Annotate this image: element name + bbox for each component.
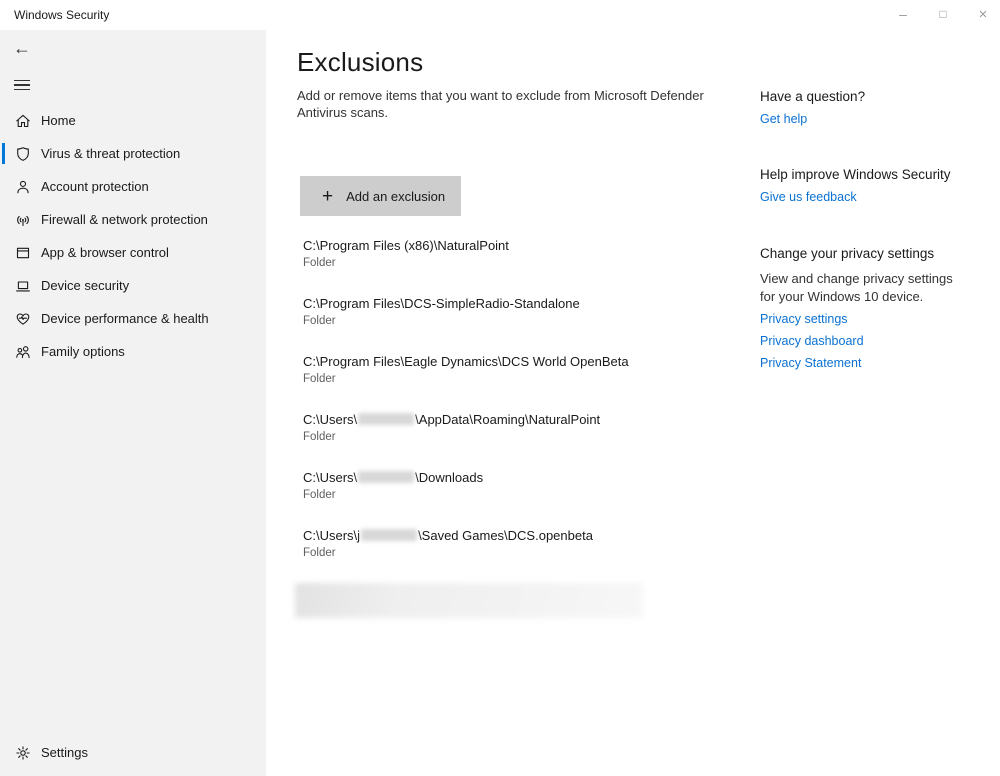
sidebar-item-label: Settings [41, 745, 88, 760]
titlebar: Windows Security – □ × [0, 0, 1000, 30]
redacted-username [358, 471, 414, 483]
exclusion-list: C:\Program Files (x86)\NaturalPoint Fold… [303, 238, 733, 586]
home-icon [15, 113, 31, 129]
sidebar-item-label: Firewall & network protection [41, 212, 208, 227]
minimize-button[interactable]: – [886, 0, 920, 28]
family-icon [15, 344, 31, 360]
sidebar-item-device-security[interactable]: Device security [0, 269, 266, 302]
sidebar-item-settings[interactable]: Settings [0, 736, 266, 769]
sidebar-nav: Home Virus & threat protection Account p… [0, 104, 266, 368]
exclusion-item[interactable]: C:\Program Files\DCS-SimpleRadio-Standal… [303, 296, 733, 354]
exclusion-type: Folder [303, 489, 733, 501]
sidebar-item-label: Virus & threat protection [41, 146, 180, 161]
exclusion-path: C:\Users\\Downloads [303, 470, 733, 486]
close-button[interactable]: × [966, 0, 1000, 28]
network-icon [15, 212, 31, 228]
privacy-dashboard-link[interactable]: Privacy dashboard [760, 334, 864, 348]
privacy-settings-description: View and change privacy settings for you… [760, 270, 965, 306]
exclusion-path: C:\Program Files\Eagle Dynamics\DCS Worl… [303, 354, 733, 370]
page-title: Exclusions [297, 47, 423, 78]
add-exclusion-button[interactable]: + Add an exclusion [300, 176, 461, 216]
exclusion-path: C:\Users\\AppData\Roaming\NaturalPoint [303, 412, 733, 428]
laptop-icon [15, 278, 31, 294]
sidebar-item-account-protection[interactable]: Account protection [0, 170, 266, 203]
sidebar-item-label: Account protection [41, 179, 149, 194]
back-arrow-icon: ← [13, 38, 31, 59]
sidebar-item-device-performance-health[interactable]: Device performance & health [0, 302, 266, 335]
exclusion-type: Folder [303, 547, 733, 559]
menu-button[interactable] [8, 72, 36, 98]
sidebar-item-home[interactable]: Home [0, 104, 266, 137]
have-a-question-heading: Have a question? [760, 89, 865, 104]
exclusion-item[interactable]: C:\Program Files\Eagle Dynamics\DCS Worl… [303, 354, 733, 412]
exclusion-type: Folder [303, 315, 733, 327]
get-help-link[interactable]: Get help [760, 112, 807, 126]
page-description: Add or remove items that you want to exc… [297, 87, 717, 121]
plus-icon: + [322, 187, 333, 206]
add-exclusion-label: Add an exclusion [346, 189, 445, 204]
exclusion-path: C:\Program Files\DCS-SimpleRadio-Standal… [303, 296, 733, 312]
redacted-exclusion-entry [295, 583, 643, 618]
give-feedback-link[interactable]: Give us feedback [760, 190, 857, 204]
person-icon [15, 179, 31, 195]
redacted-username [361, 529, 417, 541]
exclusion-item[interactable]: C:\Program Files (x86)\NaturalPoint Fold… [303, 238, 733, 296]
main-content: Exclusions Add or remove items that you … [266, 30, 760, 776]
gear-icon [15, 745, 31, 761]
exclusion-item[interactable]: C:\Users\\Downloads Folder [303, 470, 733, 528]
sidebar-item-virus-threat-protection[interactable]: Virus & threat protection [0, 137, 266, 170]
sidebar-settings-container: Settings [0, 736, 266, 769]
sidebar-item-label: Device performance & health [41, 311, 209, 326]
exclusion-path: C:\Program Files (x86)\NaturalPoint [303, 238, 733, 254]
privacy-statement-link[interactable]: Privacy Statement [760, 356, 861, 370]
sidebar-item-family-options[interactable]: Family options [0, 335, 266, 368]
window-title: Windows Security [14, 8, 109, 22]
sidebar-item-label: App & browser control [41, 245, 169, 260]
hamburger-icon [14, 77, 30, 94]
exclusion-path: C:\Users\j\Saved Games\DCS.openbeta [303, 528, 733, 544]
exclusion-type: Folder [303, 257, 733, 269]
maximize-button[interactable]: □ [926, 0, 960, 28]
sidebar-item-label: Device security [41, 278, 129, 293]
exclusion-type: Folder [303, 431, 733, 443]
shield-icon [15, 146, 31, 162]
exclusion-item[interactable]: C:\Users\\AppData\Roaming\NaturalPoint F… [303, 412, 733, 470]
sidebar: ← Home Virus & threat protection Account… [0, 30, 266, 776]
sidebar-item-label: Family options [41, 344, 125, 359]
exclusion-type: Folder [303, 373, 733, 385]
privacy-settings-heading: Change your privacy settings [760, 246, 934, 261]
sidebar-item-label: Home [41, 113, 76, 128]
app-window-icon [15, 245, 31, 261]
privacy-settings-link[interactable]: Privacy settings [760, 312, 848, 326]
back-button[interactable]: ← [8, 35, 36, 61]
help-improve-heading: Help improve Windows Security [760, 167, 951, 182]
redacted-username [358, 413, 414, 425]
exclusion-item[interactable]: C:\Users\j\Saved Games\DCS.openbeta Fold… [303, 528, 733, 586]
sidebar-item-app-browser-control[interactable]: App & browser control [0, 236, 266, 269]
sidebar-item-firewall-network-protection[interactable]: Firewall & network protection [0, 203, 266, 236]
heart-pulse-icon [15, 311, 31, 327]
